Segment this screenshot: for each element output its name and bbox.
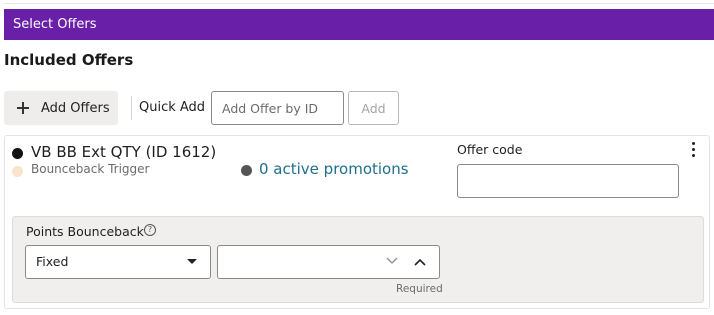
header-title: Select Offers: [13, 17, 97, 32]
offer-status-dot: [12, 148, 23, 159]
plus-icon: [17, 102, 29, 114]
offer-name: VB BB Ext QTY (ID 1612): [31, 143, 217, 161]
required-hint: Required: [396, 283, 443, 295]
points-value-combobox[interactable]: [217, 245, 440, 279]
add-offers-label: Add Offers: [41, 100, 110, 116]
offer-code-label: Offer code: [457, 142, 523, 157]
included-offers-title: Included Offers: [4, 51, 134, 69]
chevron-up-icon[interactable]: [414, 258, 426, 266]
add-offers-button[interactable]: Add Offers: [4, 91, 118, 125]
promotion-status-dot: [241, 165, 252, 176]
select-offers-header: Select Offers: [4, 9, 714, 40]
active-promotions-link[interactable]: 0 active promotions: [259, 160, 409, 178]
trigger-dot: [12, 166, 23, 177]
chevron-down-icon[interactable]: [386, 257, 398, 265]
top-divider: [4, 3, 714, 4]
offer-id-input[interactable]: [211, 91, 344, 125]
help-icon[interactable]: ?: [144, 224, 156, 236]
kebab-menu-icon[interactable]: [689, 142, 697, 162]
quick-add-label: Quick Add: [139, 100, 206, 115]
points-bounceback-panel: Points Bounceback ? Fixed Required: [12, 216, 704, 303]
toolbar-divider: [131, 96, 132, 120]
points-type-value: Fixed: [36, 254, 69, 269]
points-bounceback-label: Points Bounceback: [26, 224, 144, 239]
offer-card: VB BB Ext QTY (ID 1612) Bounceback Trigg…: [4, 135, 710, 309]
caret-down-icon: [187, 259, 197, 264]
offer-code-field[interactable]: [457, 164, 679, 198]
trigger-label: Bounceback Trigger: [31, 162, 150, 176]
points-type-select[interactable]: Fixed: [25, 245, 211, 279]
add-button[interactable]: Add: [348, 91, 399, 125]
